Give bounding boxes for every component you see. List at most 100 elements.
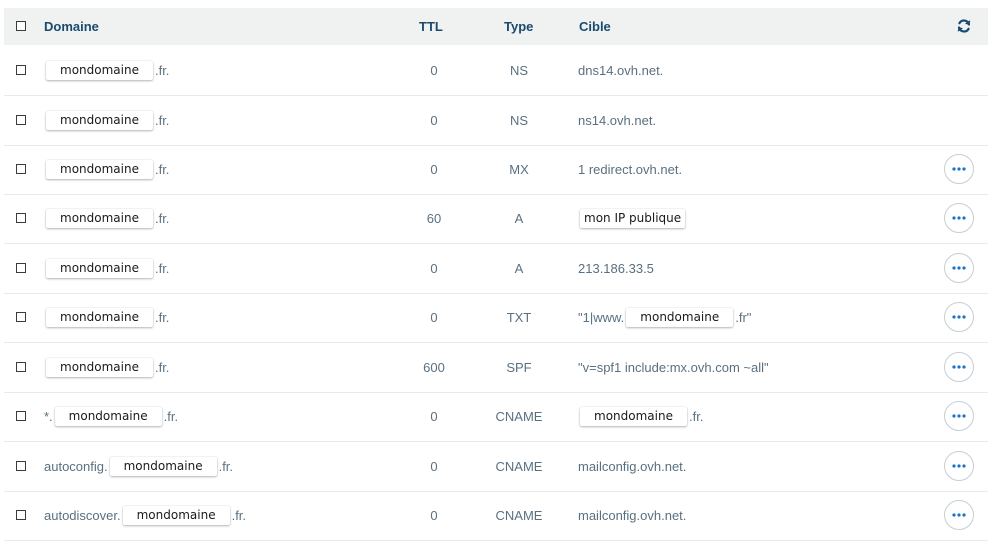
domain-suffix: .fr. xyxy=(154,62,170,78)
table-row: *. mondomaine .fr. 0 CNAME mondomaine .fr. xyxy=(4,392,988,442)
more-options-icon xyxy=(952,167,966,171)
target-cell: dns14.ovh.net. xyxy=(578,59,663,81)
more-options-icon xyxy=(952,464,966,468)
row-checkbox[interactable] xyxy=(16,411,26,421)
target-name-mask: mon IP publique xyxy=(580,208,686,228)
more-options-button[interactable] xyxy=(944,154,974,184)
more-options-icon xyxy=(952,315,966,319)
domain-cell: mondomaine .fr. xyxy=(44,257,169,279)
ttl-cell: 0 xyxy=(430,63,438,78)
more-options-button[interactable] xyxy=(944,451,974,481)
column-header-ttl[interactable]: TTL xyxy=(419,8,443,45)
domain-name-mask: mondomaine xyxy=(46,208,153,228)
row-checkbox[interactable] xyxy=(16,65,26,75)
target-cell: "v=spf1 include:mx.ovh.com ~all" xyxy=(578,356,769,378)
table-row: mondomaine .fr. 0 TXT "1|www. mondomaine .fr" xyxy=(4,293,988,343)
more-options-button[interactable] xyxy=(944,302,974,332)
domain-name-mask: mondomaine xyxy=(46,60,153,80)
table-row: autoconfig. mondomaine .fr. 0 CNAME mailconfi… xyxy=(4,442,988,492)
ttl-cell: 60 xyxy=(426,211,442,226)
target-cell: "1|www. mondomaine .fr" xyxy=(578,306,751,328)
domain-suffix: .fr. xyxy=(154,359,170,375)
target-text: ns14.ovh.net. xyxy=(578,112,657,128)
more-options-icon xyxy=(952,414,966,418)
target-text: mailconfig.ovh.net. xyxy=(578,507,687,523)
more-options-icon xyxy=(952,266,966,270)
domain-prefix: *. xyxy=(44,408,53,424)
ttl-cell: 0 xyxy=(430,409,438,424)
target-text: 1 redirect.ovh.net. xyxy=(578,161,683,177)
table-row: mondomaine .fr. 0 NS dns14.ovh.net. xyxy=(4,46,988,96)
domain-name-mask: mondomaine xyxy=(46,307,153,327)
refresh-icon[interactable] xyxy=(956,18,972,34)
domain-cell: mondomaine .fr. xyxy=(44,306,169,328)
row-checkbox[interactable] xyxy=(16,461,26,471)
row-checkbox[interactable] xyxy=(16,213,26,223)
row-checkbox[interactable] xyxy=(16,115,26,125)
more-options-button[interactable] xyxy=(944,352,974,382)
target-cell: mondomaine .fr. xyxy=(578,405,703,427)
target-cell: mon IP publique xyxy=(578,207,687,229)
domain-cell: mondomaine .fr. xyxy=(44,356,169,378)
domain-suffix: .fr. xyxy=(218,458,234,474)
table-row: mondomaine .fr. 0 A 213.186.33.5 xyxy=(4,244,988,294)
domain-cell: autodiscover. mondomaine .fr. xyxy=(44,504,246,526)
column-header-target[interactable]: Cible xyxy=(579,8,611,45)
domain-name-mask: mondomaine xyxy=(46,110,153,130)
domain-suffix: .fr. xyxy=(154,112,170,128)
domain-name-mask: mondomaine xyxy=(46,357,153,377)
more-options-button[interactable] xyxy=(944,253,974,283)
row-checkbox[interactable] xyxy=(16,312,26,322)
more-options-button[interactable] xyxy=(944,203,974,233)
domain-suffix: .fr. xyxy=(154,210,170,226)
ttl-cell: 0 xyxy=(430,310,438,325)
target-cell: mailconfig.ovh.net. xyxy=(578,504,686,526)
target-cell: ns14.ovh.net. xyxy=(578,109,656,131)
type-cell: A xyxy=(514,211,524,226)
domain-name-mask: mondomaine xyxy=(46,159,153,179)
domain-cell: *. mondomaine .fr. xyxy=(44,405,178,427)
table-row: mondomaine .fr. 0 NS ns14.ovh.net. xyxy=(4,96,988,146)
domain-suffix: .fr. xyxy=(163,408,179,424)
domain-prefix: autodiscover. xyxy=(44,507,121,523)
row-checkbox[interactable] xyxy=(16,164,26,174)
ttl-cell: 0 xyxy=(430,508,438,523)
more-options-button[interactable] xyxy=(944,401,974,431)
type-cell: NS xyxy=(509,113,529,128)
column-header-domain[interactable]: Domaine xyxy=(44,8,99,45)
row-checkbox[interactable] xyxy=(16,362,26,372)
domain-prefix: autoconfig. xyxy=(44,458,108,474)
type-cell: CNAME xyxy=(495,409,543,424)
domain-name-mask: mondomaine xyxy=(109,456,217,476)
table-row: mondomaine .fr. 600 SPF "v=spf1 include:mx.o… xyxy=(4,343,988,393)
target-text: mailconfig.ovh.net. xyxy=(578,458,687,474)
type-cell: MX xyxy=(509,162,529,177)
target-text: "1|www. xyxy=(578,309,625,325)
target-suffix: .fr" xyxy=(735,309,752,325)
domain-suffix: .fr. xyxy=(231,507,247,523)
more-options-icon xyxy=(952,216,966,220)
target-cell: 213.186.33.5 xyxy=(578,257,654,279)
table-row: mondomaine .fr. 60 Amon IP publique xyxy=(4,194,988,244)
ttl-cell: 0 xyxy=(430,113,438,128)
domain-name-mask: mondomaine xyxy=(122,505,230,525)
more-options-icon xyxy=(952,513,966,517)
domain-suffix: .fr. xyxy=(154,260,170,276)
more-options-button[interactable] xyxy=(944,500,974,530)
column-header-type[interactable]: Type xyxy=(504,8,533,45)
domain-cell: mondomaine .fr. xyxy=(44,109,169,131)
target-text: dns14.ovh.net. xyxy=(578,62,664,78)
domain-cell: mondomaine .fr. xyxy=(44,59,169,81)
target-text: "v=spf1 include:mx.ovh.com ~all" xyxy=(578,359,769,375)
row-checkbox[interactable] xyxy=(16,263,26,273)
target-suffix: .fr. xyxy=(688,408,704,424)
ttl-cell: 0 xyxy=(430,459,438,474)
row-checkbox[interactable] xyxy=(16,510,26,520)
ttl-cell: 0 xyxy=(430,162,438,177)
type-cell: TXT xyxy=(506,310,532,325)
domain-cell: autoconfig. mondomaine .fr. xyxy=(44,455,233,477)
target-text: 213.186.33.5 xyxy=(578,260,654,276)
domain-name-mask: mondomaine xyxy=(46,258,153,278)
type-cell: SPF xyxy=(506,360,532,375)
select-all-checkbox[interactable] xyxy=(16,21,26,31)
